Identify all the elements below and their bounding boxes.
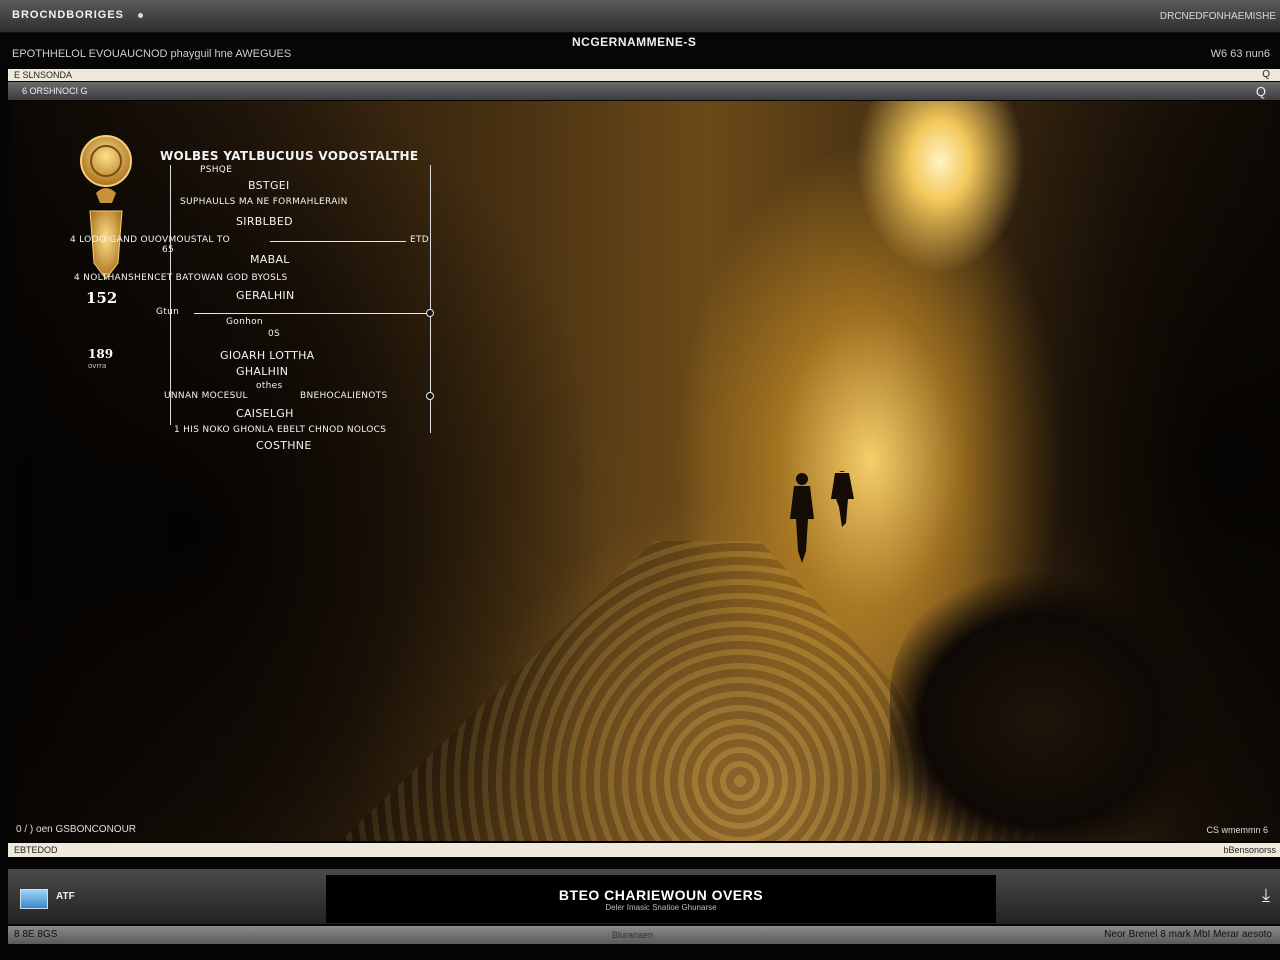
- footer-right[interactable]: Neor Brenel 8 mark MbI Merar aesoto: [1104, 926, 1272, 944]
- stat-label-b: ovrra: [88, 362, 107, 370]
- window-title: BROCNDBORIGES: [12, 9, 144, 21]
- tree-node[interactable]: GERALHIN: [236, 289, 294, 302]
- tree-node[interactable]: 1 HIS NOKO GHONLA EBELT CHNOD NOLOCS: [174, 425, 386, 435]
- tree-node[interactable]: MABAL: [250, 253, 290, 266]
- tree-node[interactable]: GIOARH LOTTHA: [220, 349, 315, 362]
- footer-center: Bluranaen: [612, 930, 654, 940]
- address-text[interactable]: E SLNSONDA: [14, 69, 72, 81]
- tree-node[interactable]: COSTHNE: [256, 439, 312, 452]
- app-window-icon[interactable]: [20, 889, 48, 909]
- tree-node[interactable]: SUPHAULLS MA NE FORMAHLERAIN: [180, 197, 348, 207]
- viewport-caption-left: 0 / ) oen GSBONCONOUR: [16, 824, 137, 835]
- now-playing-title: BTEO CHARIEWOUN OVERS: [558, 887, 764, 903]
- info-overlay-panel: 152 189 ovrra WOLBES YATLBUCUUS VODOSTAL…: [70, 129, 470, 459]
- menubar: EPOTHHELOL EVOUAUCNOD phayguil hne AWEGU…: [0, 33, 1280, 69]
- stat-value-b: 189: [88, 347, 114, 361]
- menu-dot-icon[interactable]: [138, 12, 144, 18]
- tree-node[interactable]: SIRBLBED: [236, 215, 293, 228]
- tree-link: [194, 313, 430, 314]
- tree-node[interactable]: GHALHIN: [236, 365, 288, 378]
- tree-knob-icon[interactable]: [426, 309, 434, 317]
- tree-node[interactable]: 4 NOLTHANSHENCET BATOWAN GOD BYOSLS: [74, 273, 288, 283]
- sub-toolbar: 6 ORSHNOCI G Q: [8, 82, 1280, 100]
- tree-node[interactable]: UNNAN MOCESUL: [164, 391, 248, 401]
- footer-left[interactable]: 8 8E 8GS: [14, 926, 57, 944]
- route-tree: WOLBES YATLBUCUUS VODOSTALTHE PSHQE BSTG…: [70, 129, 500, 459]
- now-playing-subtitle: Deler Imasic Snatioe Ghunarse: [605, 903, 717, 912]
- stat-value-a: 152: [86, 289, 118, 307]
- menubar-left-text[interactable]: EPOTHHELOL EVOUAUCNOD phayguil hne AWEGU…: [12, 48, 291, 60]
- window-title-text: BROCNDBORIGES: [12, 9, 125, 21]
- tree-connector: [170, 165, 171, 425]
- tree-node[interactable]: othes: [256, 381, 282, 391]
- download-icon[interactable]: ⤓: [1262, 885, 1270, 906]
- tree-node[interactable]: ETD: [410, 235, 429, 245]
- tree-heading: WOLBES YATLBUCUUS VODOSTALTHE: [160, 149, 419, 163]
- status-left: EBTEDOD: [14, 845, 58, 855]
- taskbar-app-label[interactable]: ATF: [56, 891, 75, 902]
- foreground-boulder: [890, 561, 1230, 841]
- tree-node[interactable]: Gonhon: [226, 317, 263, 327]
- cave-scene-viewport[interactable]: 152 189 ovrra WOLBES YATLBUCUUS VODOSTAL…: [10, 101, 1280, 841]
- window-titlebar: BROCNDBORIGES DRCNEDFONHAEMISHE: [0, 0, 1280, 33]
- status-right: bBensonorss: [1223, 845, 1276, 855]
- status-bar: EBTEDOD bBensonorss: [8, 843, 1280, 857]
- tree-node[interactable]: 65: [162, 245, 174, 255]
- menubar-right-text[interactable]: W6 63 nun6: [1211, 48, 1270, 60]
- now-playing-panel[interactable]: BTEO CHARIEWOUN OVERS Deler Imasic Snati…: [326, 875, 996, 923]
- address-search-icon[interactable]: Q: [1262, 69, 1270, 81]
- tree-node[interactable]: 0S: [268, 329, 280, 339]
- footer-bar: 8 8E 8GS Bluranaen Neor Brenel 8 mark Mb…: [8, 926, 1280, 944]
- menubar-title: NCGERNAMMENE-S: [572, 35, 697, 49]
- gold-medal-icon: [80, 135, 132, 280]
- sub-toolbar-search-icon[interactable]: Q: [1256, 83, 1266, 101]
- hiker-figures: [790, 471, 854, 563]
- address-bar[interactable]: E SLNSONDA Q: [8, 69, 1280, 81]
- tree-node[interactable]: BSTGEI: [248, 179, 290, 192]
- tree-link: [270, 241, 406, 242]
- window-status: DRCNEDFONHAEMISHE: [1159, 11, 1276, 22]
- tree-node[interactable]: PSHQE: [200, 165, 232, 175]
- viewport-caption-right[interactable]: CS wmemmn 6: [1206, 825, 1268, 835]
- tree-node[interactable]: CAISELGH: [236, 407, 294, 420]
- tree-node[interactable]: Gtun: [156, 307, 179, 317]
- tree-knob-icon[interactable]: [426, 392, 434, 400]
- sub-toolbar-label[interactable]: 6 ORSHNOCI G: [22, 82, 88, 100]
- tree-node[interactable]: 4 LODO GAND OUOVMOUSTAL TO: [70, 235, 230, 245]
- tree-node[interactable]: BNEHOCALIENOTS: [300, 391, 387, 401]
- taskbar: ATF BTEO CHARIEWOUN OVERS Deler Imasic S…: [8, 869, 1280, 924]
